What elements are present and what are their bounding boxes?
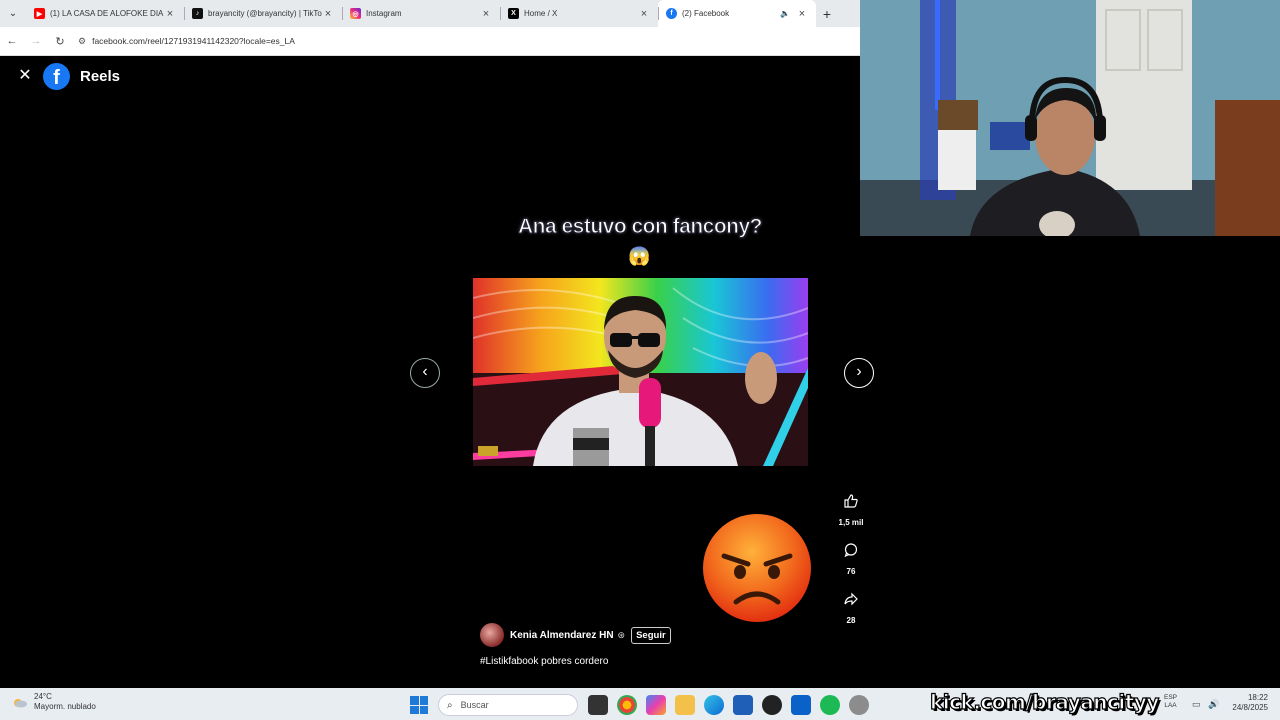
cloud-icon [14, 699, 27, 708]
address-bar: ← → ↻ ⚙ facebook.com/reel/12719319411423… [0, 27, 860, 56]
url-field[interactable]: ⚙ facebook.com/reel/1271931941142320?loc… [78, 36, 295, 47]
comment-icon[interactable] [838, 537, 864, 563]
page-title: Reels [80, 68, 121, 85]
outlook-icon[interactable] [791, 695, 811, 715]
volume-icon[interactable]: 🔊 [1208, 699, 1219, 710]
tab-facebook[interactable]: f (2) Facebook 🔈 × [658, 0, 816, 27]
tab-title: brayancity (@brayancity) | TikTo [208, 9, 322, 18]
url-text: facebook.com/reel/1271931941142320?local… [92, 36, 295, 46]
previous-reel-button[interactable]: ‹ [410, 358, 440, 388]
screen: ⌄ ▶ (1) LA CASA DE ALOFOKE DIA × ♪ braya… [0, 0, 1280, 720]
app-icon[interactable] [849, 695, 869, 715]
tab-title: Home / X [524, 9, 558, 18]
close-icon[interactable]: ✕ [16, 67, 34, 85]
shocked-emoji: 😱 [628, 246, 651, 266]
tiktok-icon: ♪ [192, 8, 203, 19]
file-explorer-icon[interactable] [675, 695, 695, 715]
like-count: 1,5 mil [838, 518, 864, 527]
store-icon[interactable] [733, 695, 753, 715]
comment-action[interactable]: 76 [831, 537, 871, 576]
follow-button[interactable]: Seguir [631, 626, 671, 644]
task-view-icon[interactable] [588, 695, 608, 715]
reel-description[interactable]: #Listikfabook pobres cordero [480, 656, 608, 667]
tab-title: (2) Facebook [682, 9, 730, 18]
copilot-icon[interactable] [646, 695, 666, 715]
x-icon: X [508, 8, 519, 19]
windows-start-icon[interactable] [410, 696, 428, 714]
youtube-icon: ▶ [34, 8, 45, 19]
lang-bottom: LAA [1164, 702, 1177, 709]
new-tab-button[interactable]: + [816, 6, 838, 22]
tab-title: (1) LA CASA DE ALOFOKE DIA [50, 9, 164, 18]
close-icon[interactable]: × [638, 8, 650, 20]
search-placeholder: Buscar [460, 700, 489, 710]
angry-emoji [702, 512, 812, 629]
reel-video[interactable] [473, 278, 808, 466]
browser-tab-bar: ⌄ ▶ (1) LA CASA DE ALOFOKE DIA × ♪ braya… [0, 0, 860, 27]
tab-search-chevron-icon[interactable]: ⌄ [0, 0, 26, 27]
obs-icon[interactable] [762, 695, 782, 715]
tab-x[interactable]: X Home / X × [500, 0, 658, 27]
close-icon[interactable]: × [164, 8, 176, 20]
spotify-icon[interactable] [820, 695, 840, 715]
close-icon[interactable]: × [480, 8, 492, 20]
temperature: 24°C [34, 692, 52, 701]
close-icon[interactable]: × [796, 8, 808, 20]
share-action[interactable]: 28 [831, 586, 871, 625]
next-reel-button[interactable]: › [844, 358, 874, 388]
like-action[interactable]: 1,5 mil [831, 488, 871, 527]
webcam-overlay [860, 0, 1280, 236]
language-indicator[interactable]: ESP LAA [1164, 694, 1177, 710]
weather-description: Mayorm. nublado [34, 702, 96, 711]
comment-count: 76 [846, 567, 856, 576]
speaker-icon[interactable]: 🔈 [780, 9, 790, 18]
close-icon[interactable]: × [322, 8, 334, 20]
share-icon[interactable] [838, 586, 864, 612]
time: 18:22 [1247, 693, 1268, 702]
share-count: 28 [846, 616, 856, 625]
kick-url-overlay: kick.com/brayancityy [929, 689, 1160, 714]
weather-widget[interactable]: 24°C Mayorm. nublado [12, 692, 96, 712]
clock[interactable]: 18:22 24/8/2025 [1232, 693, 1268, 713]
tab-instagram[interactable]: ◎ Instagram × [342, 0, 500, 27]
facebook-icon: f [666, 8, 677, 19]
facebook-logo-icon[interactable]: f [43, 63, 70, 90]
avatar[interactable] [480, 623, 504, 647]
lang-top: ESP [1164, 694, 1178, 701]
chrome-icon[interactable] [617, 695, 637, 715]
network-icon[interactable]: ▭ [1192, 699, 1201, 710]
forward-icon[interactable]: → [24, 35, 48, 47]
reel-caption: Ana estuvo con fancony? [517, 215, 763, 239]
tab-tiktok[interactable]: ♪ brayancity (@brayancity) | TikTo × [184, 0, 342, 27]
like-icon[interactable] [838, 488, 864, 514]
tab-youtube[interactable]: ▶ (1) LA CASA DE ALOFOKE DIA × [26, 0, 184, 27]
author-name[interactable]: Kenia Almendarez HN [510, 630, 614, 641]
taskbar-search[interactable]: ⌕ Buscar [438, 694, 578, 716]
instagram-icon: ◎ [350, 8, 361, 19]
reload-icon[interactable]: ↻ [48, 35, 72, 48]
reel-author: Kenia Almendarez HN ⊛ Seguir [480, 623, 671, 647]
site-info-icon[interactable]: ⚙ [78, 36, 86, 47]
search-icon: ⌕ [447, 699, 453, 711]
back-icon[interactable]: ← [0, 35, 24, 47]
date: 24/8/2025 [1232, 703, 1268, 712]
globe-icon: ⊛ [617, 629, 626, 640]
edge-icon[interactable] [704, 695, 724, 715]
taskbar: 24°C Mayorm. nublado ⌕ Buscar kick.com/b… [0, 688, 1280, 720]
tab-title: Instagram [366, 9, 402, 18]
